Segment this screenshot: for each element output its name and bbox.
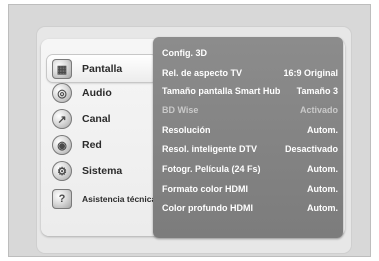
- sidebar-item-canal[interactable]: ↗ Canal: [52, 108, 111, 130]
- sidebar-item-pantalla[interactable]: ▦ Pantalla: [52, 58, 150, 80]
- sidebar-item-label: Red: [82, 139, 102, 151]
- setting-label: Formato color HDMI: [162, 184, 249, 194]
- sidebar-item-sistema[interactable]: ⚙ Sistema: [52, 160, 122, 182]
- setting-label: Tamaño pantalla Smart Hub: [162, 86, 281, 96]
- setting-label: Color profundo HDMI: [162, 203, 253, 213]
- sidebar-item-red[interactable]: ◉ Red: [52, 134, 102, 156]
- setting-label: BD Wise: [162, 105, 199, 115]
- monitor-icon: ▦: [52, 59, 72, 79]
- setting-value: Autom.: [307, 125, 338, 135]
- sidebar-item-label: Pantalla: [82, 63, 123, 75]
- sidebar-item-asistencia-tecnica[interactable]: ? Asistencia técnica: [52, 188, 156, 210]
- setting-bd-wise: BD Wise Activado: [162, 101, 338, 119]
- system-gear-icon: ⚙: [52, 161, 72, 181]
- setting-value: Autom.: [307, 164, 338, 174]
- sidebar-item-label: Audio: [82, 87, 112, 99]
- setting-fotogr-pelicula-24fs[interactable]: Fotogr. Película (24 Fs) Autom.: [162, 160, 338, 178]
- audio-icon: ◎: [52, 83, 72, 103]
- help-icon: ?: [52, 189, 72, 209]
- sidebar-item-label: Sistema: [82, 165, 123, 177]
- setting-label: Fotogr. Película (24 Fs): [162, 164, 261, 174]
- setting-value: Activado: [299, 105, 338, 115]
- antenna-icon: ↗: [52, 109, 72, 129]
- setting-value: Tamaño 3: [296, 86, 338, 96]
- setting-label: Resol. inteligente DTV: [162, 144, 258, 154]
- setting-value: Autom.: [307, 203, 338, 213]
- setting-color-profundo-hdmi[interactable]: Color profundo HDMI Autom.: [162, 199, 338, 217]
- setting-formato-color-hdmi[interactable]: Formato color HDMI Autom.: [162, 180, 338, 198]
- setting-label: Config. 3D: [162, 48, 207, 58]
- setting-value: 16:9 Original: [283, 68, 338, 78]
- network-icon: ◉: [52, 135, 72, 155]
- setting-label: Resolución: [162, 125, 211, 135]
- sidebar-item-label: Canal: [82, 113, 111, 125]
- sidebar-item-label: Asistencia técnica: [82, 194, 157, 204]
- setting-value: Autom.: [307, 184, 338, 194]
- setting-label: Rel. de aspecto TV: [162, 68, 243, 78]
- setting-resolucion[interactable]: Resolución Autom.: [162, 121, 338, 139]
- setting-resol-inteligente-dtv[interactable]: Resol. inteligente DTV Desactivado: [162, 140, 338, 158]
- sidebar-item-audio[interactable]: ◎ Audio: [52, 82, 112, 104]
- setting-tamano-pantalla-smart-hub[interactable]: Tamaño pantalla Smart Hub Tamaño 3: [162, 82, 338, 100]
- setting-value: Desactivado: [284, 144, 338, 154]
- setting-rel-aspecto-tv[interactable]: Rel. de aspecto TV 16:9 Original: [162, 64, 338, 82]
- setting-config-3d[interactable]: Config. 3D: [162, 44, 338, 62]
